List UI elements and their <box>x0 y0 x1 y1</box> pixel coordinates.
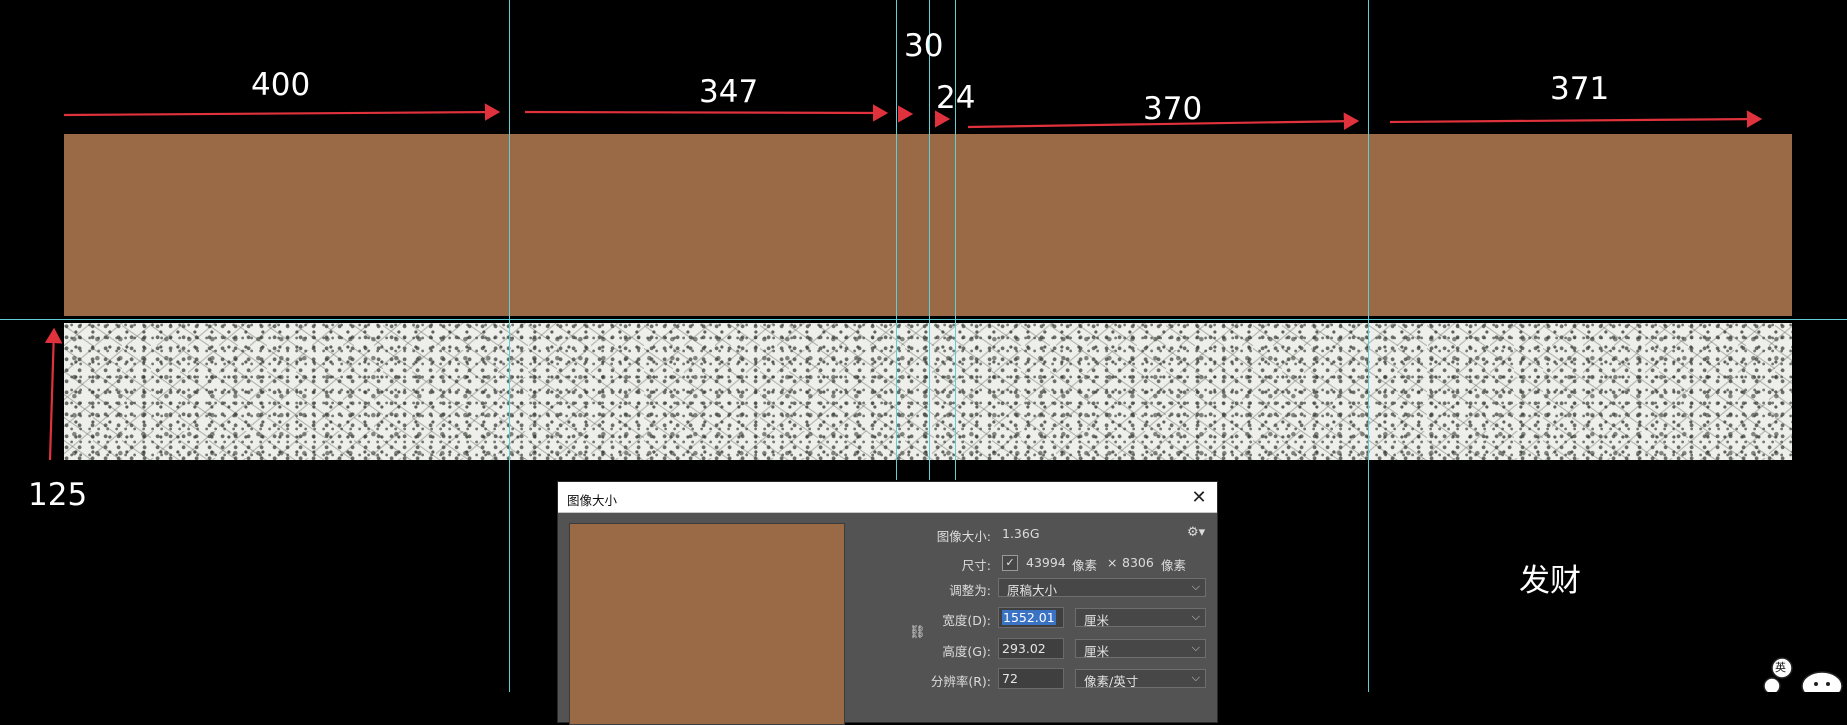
label-347: 347 <box>699 74 759 110</box>
watermark-badge: 英 <box>1775 661 1786 674</box>
resolution-input[interactable]: 72 <box>998 668 1064 689</box>
image-size-dialog: 图像大小 ✕ 图像大小: 1.36G ⚙▾ 尺寸: ✓ 43994 像素 × 8… <box>557 481 1218 725</box>
arrow-125 <box>44 327 63 461</box>
label-125: 125 <box>28 477 88 513</box>
height-unit-select[interactable]: 厘米 ⌵ <box>1075 639 1206 659</box>
resolution-label: 分辨率(R): <box>930 674 991 689</box>
width-unit-select[interactable]: 厘米 ⌵ <box>1075 608 1206 628</box>
fit-to-select[interactable]: 原稿大小 ⌵ <box>998 578 1206 598</box>
height-input-value: 293.02 <box>1002 641 1046 656</box>
chevron-down-icon: ⌵ <box>1191 610 1200 623</box>
dimensions-label: 尺寸: <box>961 558 991 573</box>
height-input[interactable]: 293.02 <box>998 638 1064 659</box>
fit-to-label: 调整为: <box>949 583 991 598</box>
image-size-value: 1.36G <box>1002 526 1040 541</box>
arrow-347 <box>524 104 889 122</box>
dialog-title: 图像大小 <box>567 493 618 508</box>
label-370: 370 <box>1143 91 1203 127</box>
dimensions-width: 43994 <box>1026 555 1066 570</box>
width-label: 宽度(D): <box>942 613 991 628</box>
chevron-down-icon: ⌵ <box>1191 671 1200 684</box>
link-icon[interactable]: ⛓ <box>909 625 926 640</box>
label-facai: 发财 <box>1519 563 1581 599</box>
arrow-371 <box>1389 110 1763 128</box>
dimensions-unit-1: 像素 <box>1072 558 1098 573</box>
height-unit-value: 厘米 <box>1084 644 1110 659</box>
image-size-label: 图像大小: <box>936 529 991 544</box>
dimensions-unit-2: 像素 <box>1161 558 1187 573</box>
close-icon[interactable]: ✕ <box>1187 485 1211 509</box>
resolution-input-value: 72 <box>1002 671 1018 686</box>
width-unit-value: 厘米 <box>1084 613 1110 628</box>
resolution-unit-value: 像素/英寸 <box>1084 674 1139 689</box>
width-input[interactable]: 1552.01 <box>998 607 1064 628</box>
watermark-mascot: 英 <box>1758 656 1844 701</box>
resolution-unit-select[interactable]: 像素/英寸 ⌵ <box>1075 669 1206 689</box>
label-24: 24 <box>936 80 976 116</box>
arrow-400 <box>63 103 501 121</box>
dimensions-checkbox[interactable]: ✓ <box>1002 555 1018 571</box>
label-30: 30 <box>904 28 944 64</box>
height-label: 高度(G): <box>942 644 991 659</box>
chevron-down-icon: ⌵ <box>1191 641 1200 654</box>
chevron-down-icon: ⌵ <box>1191 580 1200 593</box>
dimensions-times: × <box>1107 555 1118 570</box>
width-input-value: 1552.01 <box>1002 610 1056 625</box>
dialog-titlebar[interactable]: 图像大小 ✕ <box>558 482 1217 513</box>
brown-color-band <box>64 134 1792 316</box>
label-371: 371 <box>1550 71 1610 107</box>
label-400: 400 <box>251 67 311 103</box>
dimensions-height: 8306 <box>1122 555 1154 570</box>
floral-pattern-band <box>64 323 1792 460</box>
gear-icon[interactable]: ⚙▾ <box>1187 525 1209 543</box>
fit-to-value: 原稿大小 <box>1007 583 1058 598</box>
image-preview <box>569 523 845 725</box>
